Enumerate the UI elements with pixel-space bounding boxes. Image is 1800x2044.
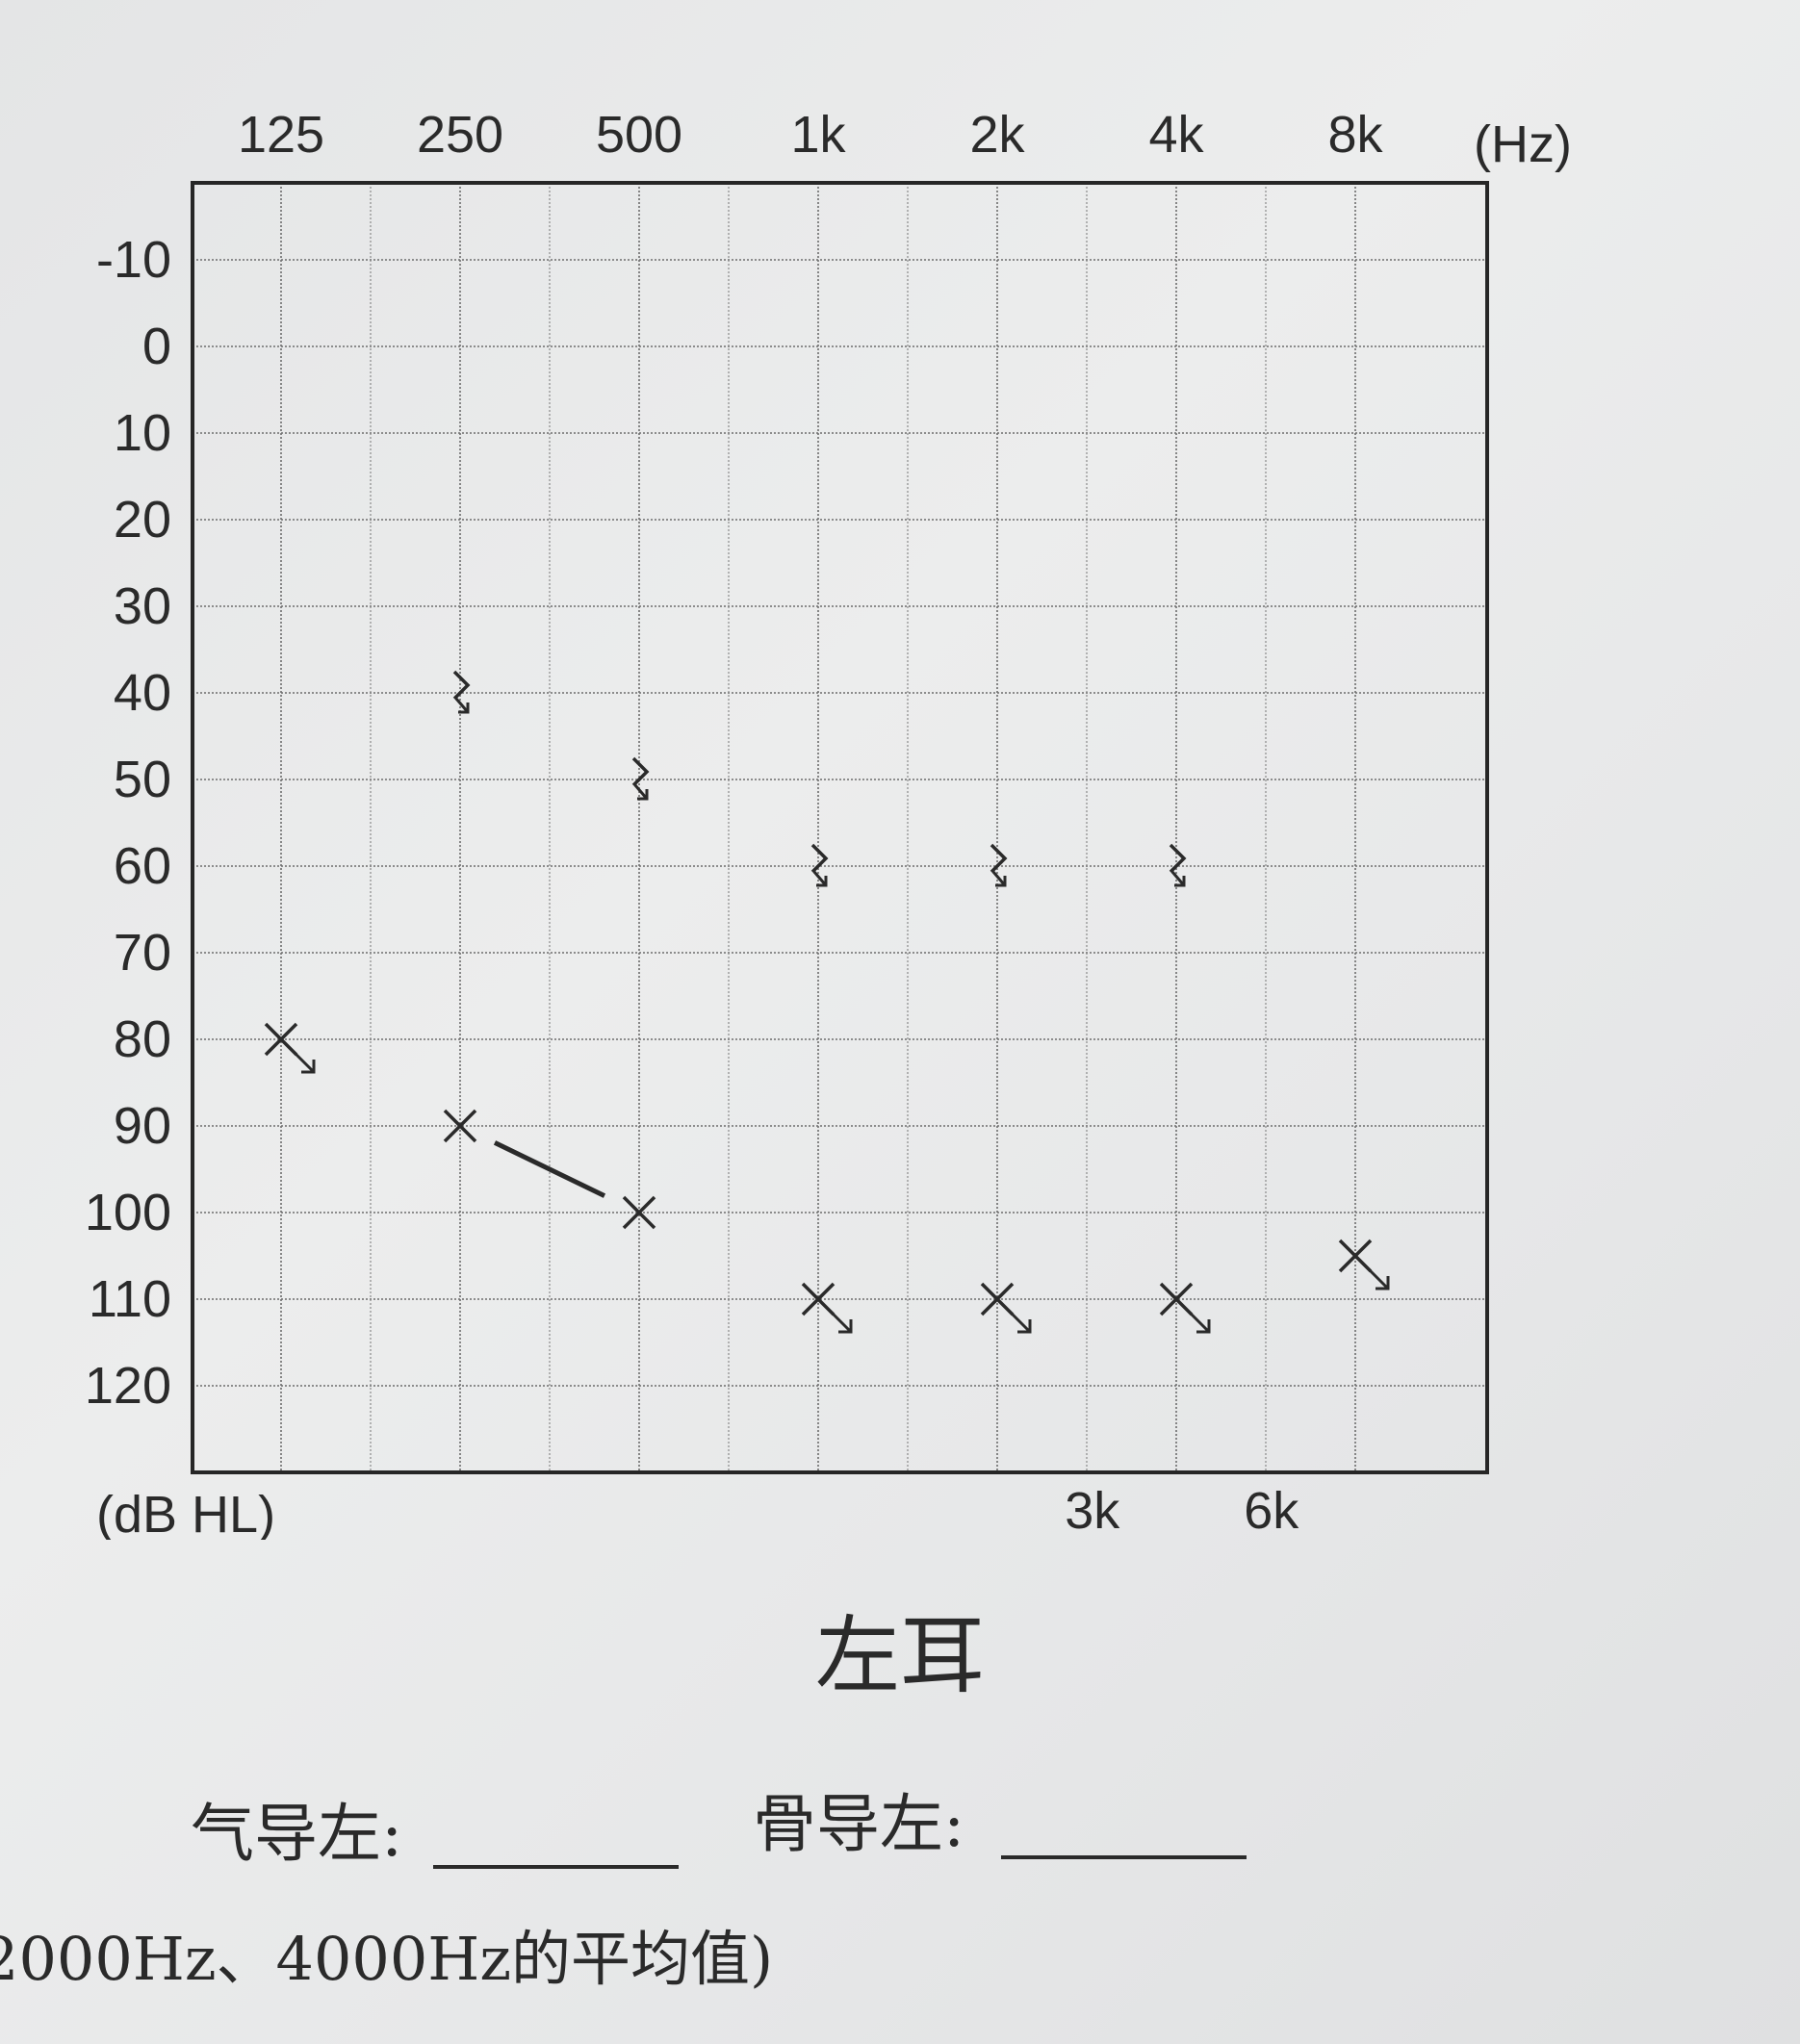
no-response-arrow bbox=[1361, 1262, 1390, 1290]
no-response-arrow bbox=[454, 698, 470, 713]
bone-chevron bbox=[810, 843, 829, 874]
x-marker-no-response bbox=[264, 1022, 316, 1074]
bone-conduction-blank[interactable] bbox=[1001, 1855, 1247, 1859]
y-tick-label: 20 bbox=[114, 491, 171, 549]
x-tick-label-top: 250 bbox=[417, 106, 503, 164]
x-marker-no-response bbox=[1159, 1282, 1211, 1334]
x-marker-no-response bbox=[801, 1282, 853, 1334]
no-response-arrow bbox=[1170, 871, 1186, 886]
bone-marker bbox=[990, 843, 1008, 887]
bone-marker bbox=[452, 670, 471, 714]
bone-chevron bbox=[990, 843, 1008, 874]
bone-marker bbox=[631, 756, 650, 801]
x-tick-label-top: 4k bbox=[1148, 106, 1204, 164]
x-tick-label-top: 1k bbox=[790, 106, 846, 164]
chart-labels: 125 250 500 1k 2k 4k 8k (Hz) 3k 6k -10 0 10 20 30 40 50 6… bbox=[85, 106, 1572, 1540]
x-tick-label-top: 125 bbox=[238, 106, 324, 164]
bone-conduction-label: 骨导左: bbox=[753, 1787, 965, 1861]
y-tick-label: 110 bbox=[89, 1270, 171, 1328]
x-tick-label-top: 500 bbox=[596, 106, 682, 164]
y-tick-label: 70 bbox=[114, 924, 171, 982]
audiogram-chart: 125 250 500 1k 2k 4k 8k (Hz) 3k 6k -10 0 10 20 30 40 50 6… bbox=[85, 106, 1572, 1540]
x-tick-label-top: 2k bbox=[969, 106, 1025, 164]
y-tick-label: 60 bbox=[114, 837, 171, 895]
no-response-arrow bbox=[287, 1045, 316, 1074]
no-response-arrow bbox=[812, 871, 828, 886]
bone-chevron bbox=[452, 670, 471, 701]
no-response-arrow bbox=[824, 1305, 853, 1334]
chart-frame bbox=[191, 181, 1489, 1474]
no-response-arrow bbox=[991, 871, 1007, 886]
y-tick-label: 120 bbox=[85, 1357, 171, 1415]
x-tick-label-bottom: 3k bbox=[1065, 1482, 1120, 1540]
x-tick-label-top: 8k bbox=[1327, 106, 1383, 164]
y-tick-label: 90 bbox=[114, 1097, 171, 1155]
no-response-arrow bbox=[1003, 1305, 1032, 1334]
y-tick-label: 30 bbox=[114, 577, 171, 635]
y-tick-label: -10 bbox=[96, 231, 171, 289]
bone-chevron bbox=[1169, 843, 1187, 874]
y-tick-label: 100 bbox=[85, 1184, 171, 1241]
x-marker-no-response bbox=[1338, 1239, 1390, 1290]
y-tick-label: 40 bbox=[114, 664, 171, 722]
air-conduction-label: 气导左: bbox=[191, 1797, 403, 1871]
y-tick-label: 80 bbox=[114, 1010, 171, 1068]
ear-title: 左耳 bbox=[814, 1606, 985, 1705]
y-tick-label: 50 bbox=[114, 751, 171, 808]
x-axis-unit-label: (Hz) bbox=[1474, 115, 1572, 173]
chart-marks bbox=[264, 670, 1390, 1334]
no-response-arrow bbox=[633, 784, 649, 800]
bone-marker bbox=[1169, 843, 1187, 887]
bone-marker bbox=[810, 843, 829, 887]
chart-border bbox=[191, 181, 1489, 1474]
x-marker-no-response bbox=[980, 1282, 1032, 1334]
y-tick-label: 10 bbox=[114, 404, 171, 462]
audiogram-sheet: 125 250 500 1k 2k 4k 8k (Hz) 3k 6k -10 0 10 20 30 40 50 6… bbox=[0, 0, 1800, 2044]
no-response-arrow bbox=[1182, 1305, 1211, 1334]
y-tick-label: 0 bbox=[142, 318, 171, 375]
bone-chevron bbox=[631, 756, 650, 787]
chart-grid bbox=[193, 183, 1487, 1472]
x-tick-label-bottom: 6k bbox=[1244, 1482, 1299, 1540]
y-axis-unit-label: (dB HL) bbox=[96, 1486, 275, 1540]
footnote: 2000Hz、4000Hz的平均值) bbox=[0, 1924, 774, 1994]
air-conduction-blank[interactable] bbox=[433, 1865, 679, 1869]
